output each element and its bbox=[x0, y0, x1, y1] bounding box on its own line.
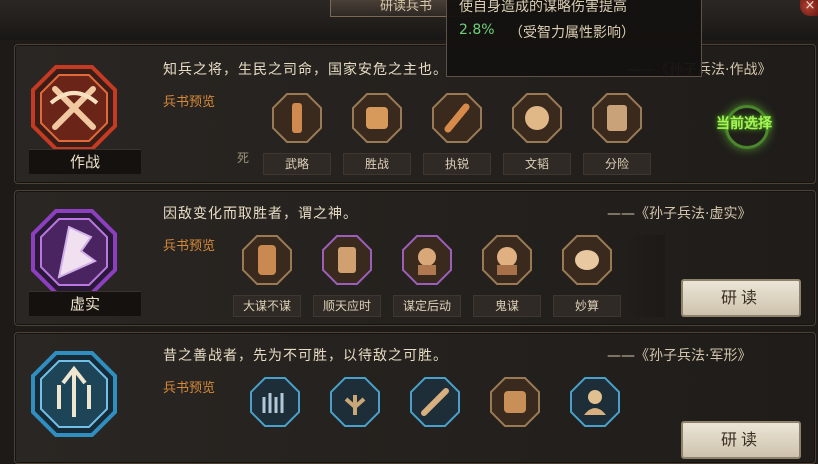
skill-card[interactable]: 谋定后动 bbox=[393, 235, 461, 317]
quote-source: ——《孙子兵法·军形》 bbox=[607, 348, 752, 364]
emblem-label: 作战 bbox=[29, 149, 141, 174]
study-button[interactable]: 研读 bbox=[681, 421, 801, 459]
skill-name: 文韬 bbox=[503, 153, 571, 175]
tooltip-description: 使自身造成的谋略伤害提高 bbox=[459, 0, 627, 15]
close-button[interactable]: × bbox=[800, 0, 818, 16]
tooltip-value: 2.8% bbox=[459, 22, 495, 38]
tooltip-note: （受智力属性影响） bbox=[509, 25, 635, 41]
emblem-label: 虚实 bbox=[29, 291, 141, 316]
skill-icon bbox=[330, 377, 380, 427]
skill-name: 妙算 bbox=[553, 295, 621, 317]
skill-name: 执锐 bbox=[423, 153, 491, 175]
skill-card[interactable]: 大谋不谋 bbox=[233, 235, 301, 317]
skill-card[interactable] bbox=[241, 377, 309, 427]
skill-card[interactable]: 胜战 bbox=[343, 93, 411, 175]
skill-card[interactable] bbox=[401, 377, 469, 427]
skill-icon bbox=[592, 93, 642, 143]
partial-skill-label: 死 bbox=[237, 151, 250, 165]
preview-label: 兵书预览 bbox=[163, 381, 216, 396]
quote-text: 因敌变化而取胜者，谓之神。 bbox=[163, 206, 358, 222]
preview-label: 兵书预览 bbox=[163, 239, 216, 254]
skill-icon bbox=[402, 235, 452, 285]
quote-source: ——《孙子兵法·虚实》 bbox=[607, 206, 752, 222]
skill-icon bbox=[482, 235, 532, 285]
skill-icon bbox=[570, 377, 620, 427]
skill-name: 鬼谋 bbox=[473, 295, 541, 317]
skill-icon bbox=[432, 93, 482, 143]
skill-card[interactable]: 武略 bbox=[263, 93, 331, 175]
skill-card[interactable] bbox=[561, 377, 629, 427]
arrows-emblem-icon bbox=[29, 349, 119, 439]
preview-label: 兵书预览 bbox=[163, 95, 216, 110]
skill-name: 胜战 bbox=[343, 153, 411, 175]
skill-card[interactable] bbox=[321, 377, 389, 427]
skill-card[interactable]: 文韬 bbox=[503, 93, 571, 175]
crossed-swords-emblem-icon bbox=[29, 63, 119, 153]
skill-tooltip: 使自身造成的谋略伤害提高 2.8% （受智力属性影响） bbox=[446, 0, 702, 77]
skill-icon bbox=[250, 377, 300, 427]
skill-icon bbox=[352, 93, 402, 143]
section-junxing[interactable]: 昔之善战者，先为不可胜，以待敌之可胜。 ——《孙子兵法·军形》 兵书预览 研读 bbox=[14, 332, 816, 464]
current-selection-badge: 当前选择 bbox=[716, 116, 772, 132]
skill-name: 顺天应时 bbox=[313, 295, 381, 317]
skill-name: 武略 bbox=[263, 153, 331, 175]
skill-card[interactable]: 妙算 bbox=[553, 235, 621, 317]
skill-card[interactable]: 鬼谋 bbox=[473, 235, 541, 317]
skill-card[interactable]: 顺天应时 bbox=[313, 235, 381, 317]
quote-text: 昔之善战者，先为不可胜，以待敌之可胜。 bbox=[163, 348, 448, 364]
skill-icon bbox=[272, 93, 322, 143]
skill-icon bbox=[490, 377, 540, 427]
skill-icon bbox=[410, 377, 460, 427]
scroll-fade bbox=[619, 235, 665, 317]
study-button[interactable]: 研读 bbox=[681, 279, 801, 317]
skill-card[interactable] bbox=[481, 377, 549, 427]
skill-name: 谋定后动 bbox=[393, 295, 461, 317]
skill-icon bbox=[512, 93, 562, 143]
skill-icon bbox=[562, 235, 612, 285]
skill-card[interactable]: 分险 bbox=[583, 93, 651, 175]
skill-name: 分险 bbox=[583, 153, 651, 175]
skill-icon bbox=[242, 235, 292, 285]
skill-card[interactable]: 执锐 bbox=[423, 93, 491, 175]
skill-icon bbox=[322, 235, 372, 285]
quote-text: 知兵之将，生民之司命，国家安危之主也。 bbox=[163, 62, 448, 78]
banner-emblem-icon bbox=[29, 207, 119, 297]
skill-name: 大谋不谋 bbox=[233, 295, 301, 317]
section-xushi[interactable]: 虚实 因敌变化而取胜者，谓之神。 ——《孙子兵法·虚实》 兵书预览 大谋不谋 顺… bbox=[14, 190, 816, 326]
